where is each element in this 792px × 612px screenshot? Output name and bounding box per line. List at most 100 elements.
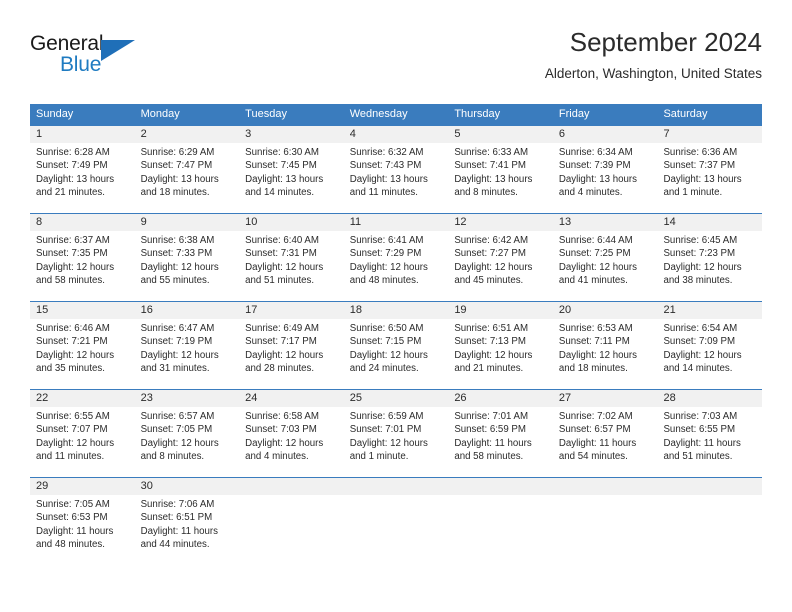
day-cell[interactable]: Sunrise: 6:29 AM Sunset: 7:47 PM Dayligh…: [135, 143, 240, 213]
week-detail-row: Sunrise: 6:28 AM Sunset: 7:49 PM Dayligh…: [30, 143, 762, 213]
daylight-text-line1: Daylight: 13 hours: [36, 173, 115, 185]
day-number[interactable]: 30: [135, 478, 240, 495]
day-number[interactable]: 19: [448, 302, 553, 319]
day-cell[interactable]: Sunrise: 7:03 AM Sunset: 6:55 PM Dayligh…: [657, 407, 762, 477]
day-cell[interactable]: Sunrise: 7:06 AM Sunset: 6:51 PM Dayligh…: [135, 495, 240, 565]
week-detail-row: Sunrise: 7:05 AM Sunset: 6:53 PM Dayligh…: [30, 495, 762, 565]
day-number[interactable]: 23: [135, 390, 240, 407]
day-number[interactable]: 28: [657, 390, 762, 407]
daylight-text-line1: Daylight: 12 hours: [558, 261, 637, 273]
week-daynumber-band: 22 23 24 25 26 27 28: [30, 390, 762, 407]
day-cell[interactable]: Sunrise: 6:53 AM Sunset: 7:11 PM Dayligh…: [553, 319, 658, 389]
day-cell[interactable]: Sunrise: 6:55 AM Sunset: 7:07 PM Dayligh…: [30, 407, 135, 477]
daylight-text-line1: Daylight: 13 hours: [140, 173, 219, 185]
day-cell-empty: [657, 495, 762, 565]
daylight-text-line1: Daylight: 12 hours: [663, 261, 742, 273]
brand-logo[interactable]: General Blue: [30, 32, 170, 88]
day-cell[interactable]: Sunrise: 6:46 AM Sunset: 7:21 PM Dayligh…: [30, 319, 135, 389]
sunset-text: Sunset: 7:35 PM: [36, 248, 108, 260]
day-number[interactable]: 4: [344, 126, 449, 143]
daylight-text-line2: and 8 minutes.: [454, 186, 518, 198]
day-number[interactable]: 9: [135, 214, 240, 231]
daylight-text-line2: and 14 minutes.: [663, 362, 733, 374]
week-daynumber-band: 29 30: [30, 478, 762, 495]
day-number[interactable]: 18: [344, 302, 449, 319]
day-cell[interactable]: Sunrise: 6:54 AM Sunset: 7:09 PM Dayligh…: [657, 319, 762, 389]
day-number[interactable]: 8: [30, 214, 135, 231]
day-number-empty: [553, 478, 658, 495]
day-cell[interactable]: Sunrise: 6:58 AM Sunset: 7:03 PM Dayligh…: [239, 407, 344, 477]
day-cell[interactable]: Sunrise: 7:01 AM Sunset: 6:59 PM Dayligh…: [448, 407, 553, 477]
calendar-week-row: 22 23 24 25 26 27 28 Sunrise: 6:55 AM Su…: [30, 389, 762, 477]
day-cell[interactable]: Sunrise: 6:51 AM Sunset: 7:13 PM Dayligh…: [448, 319, 553, 389]
day-cell[interactable]: Sunrise: 6:47 AM Sunset: 7:19 PM Dayligh…: [135, 319, 240, 389]
daylight-text-line2: and 48 minutes.: [349, 274, 419, 286]
daylight-text-line1: Daylight: 12 hours: [36, 349, 115, 361]
calendar-week-row: 1 2 3 4 5 6 7 Sunrise: 6:28 AM Sunset: 7…: [30, 125, 762, 213]
calendar-week-row: 29 30 Sunrise: 7:05 AM Sunset: 6:53 PM D…: [30, 477, 762, 565]
sunset-text: Sunset: 7:29 PM: [349, 248, 422, 260]
day-cell[interactable]: Sunrise: 6:34 AM Sunset: 7:39 PM Dayligh…: [553, 143, 658, 213]
day-cell[interactable]: Sunrise: 6:37 AM Sunset: 7:35 PM Dayligh…: [30, 231, 135, 301]
day-number[interactable]: 15: [30, 302, 135, 319]
daylight-text-line2: and 58 minutes.: [36, 274, 105, 286]
day-cell[interactable]: Sunrise: 6:33 AM Sunset: 7:41 PM Dayligh…: [448, 143, 553, 213]
day-number[interactable]: 17: [239, 302, 344, 319]
day-cell[interactable]: Sunrise: 6:57 AM Sunset: 7:05 PM Dayligh…: [135, 407, 240, 477]
sunset-text: Sunset: 7:43 PM: [349, 160, 422, 172]
day-number[interactable]: 22: [30, 390, 135, 407]
day-cell[interactable]: Sunrise: 6:40 AM Sunset: 7:31 PM Dayligh…: [239, 231, 344, 301]
sunset-text: Sunset: 7:07 PM: [36, 424, 108, 436]
weekday-header-monday: Monday: [140, 108, 180, 120]
day-cell[interactable]: Sunrise: 6:42 AM Sunset: 7:27 PM Dayligh…: [448, 231, 553, 301]
day-number[interactable]: 20: [553, 302, 658, 319]
daylight-text-line1: Daylight: 12 hours: [558, 349, 637, 361]
daylight-text-line1: Daylight: 12 hours: [245, 437, 324, 449]
day-number[interactable]: 6: [553, 126, 658, 143]
day-number[interactable]: 1: [30, 126, 135, 143]
day-number[interactable]: 26: [448, 390, 553, 407]
sunset-text: Sunset: 6:57 PM: [558, 424, 631, 436]
sunset-text: Sunset: 7:17 PM: [245, 336, 317, 348]
day-cell[interactable]: Sunrise: 6:30 AM Sunset: 7:45 PM Dayligh…: [239, 143, 344, 213]
day-number[interactable]: 29: [30, 478, 135, 495]
day-number[interactable]: 3: [239, 126, 344, 143]
day-number[interactable]: 2: [135, 126, 240, 143]
day-cell[interactable]: Sunrise: 6:44 AM Sunset: 7:25 PM Dayligh…: [553, 231, 658, 301]
day-cell[interactable]: Sunrise: 6:32 AM Sunset: 7:43 PM Dayligh…: [344, 143, 449, 213]
sunrise-text: Sunrise: 6:49 AM: [245, 323, 319, 334]
daylight-text-line2: and 21 minutes.: [36, 186, 105, 198]
day-cell[interactable]: Sunrise: 6:50 AM Sunset: 7:15 PM Dayligh…: [344, 319, 449, 389]
day-cell[interactable]: Sunrise: 6:28 AM Sunset: 7:49 PM Dayligh…: [30, 143, 135, 213]
day-cell[interactable]: Sunrise: 6:41 AM Sunset: 7:29 PM Dayligh…: [344, 231, 449, 301]
day-cell[interactable]: Sunrise: 6:45 AM Sunset: 7:23 PM Dayligh…: [657, 231, 762, 301]
day-number[interactable]: 13: [553, 214, 658, 231]
day-number[interactable]: 16: [135, 302, 240, 319]
day-number[interactable]: 11: [344, 214, 449, 231]
day-cell[interactable]: Sunrise: 6:59 AM Sunset: 7:01 PM Dayligh…: [344, 407, 449, 477]
weekday-header-sunday: Sunday: [36, 108, 74, 120]
sunrise-text: Sunrise: 6:38 AM: [140, 235, 215, 246]
week-daynumber-band: 8 9 10 11 12 13 14: [30, 214, 762, 231]
day-number[interactable]: 27: [553, 390, 658, 407]
day-number[interactable]: 5: [448, 126, 553, 143]
day-number[interactable]: 24: [239, 390, 344, 407]
day-cell[interactable]: Sunrise: 6:38 AM Sunset: 7:33 PM Dayligh…: [135, 231, 240, 301]
daylight-text-line2: and 8 minutes.: [140, 450, 205, 462]
sunrise-text: Sunrise: 6:58 AM: [245, 411, 319, 422]
daylight-text-line2: and 51 minutes.: [245, 274, 315, 286]
day-cell[interactable]: Sunrise: 7:05 AM Sunset: 6:53 PM Dayligh…: [30, 495, 135, 565]
day-number[interactable]: 7: [657, 126, 762, 143]
day-number[interactable]: 25: [344, 390, 449, 407]
day-number[interactable]: 14: [657, 214, 762, 231]
sunset-text: Sunset: 7:13 PM: [454, 336, 526, 348]
sunset-text: Sunset: 7:05 PM: [140, 424, 213, 436]
day-number[interactable]: 12: [448, 214, 553, 231]
sunset-text: Sunset: 7:37 PM: [663, 160, 736, 172]
day-number[interactable]: 21: [657, 302, 762, 319]
day-number[interactable]: 10: [239, 214, 344, 231]
sunrise-text: Sunrise: 6:45 AM: [663, 235, 738, 246]
day-cell[interactable]: Sunrise: 6:49 AM Sunset: 7:17 PM Dayligh…: [239, 319, 344, 389]
day-cell[interactable]: Sunrise: 6:36 AM Sunset: 7:37 PM Dayligh…: [657, 143, 762, 213]
day-cell[interactable]: Sunrise: 7:02 AM Sunset: 6:57 PM Dayligh…: [553, 407, 658, 477]
